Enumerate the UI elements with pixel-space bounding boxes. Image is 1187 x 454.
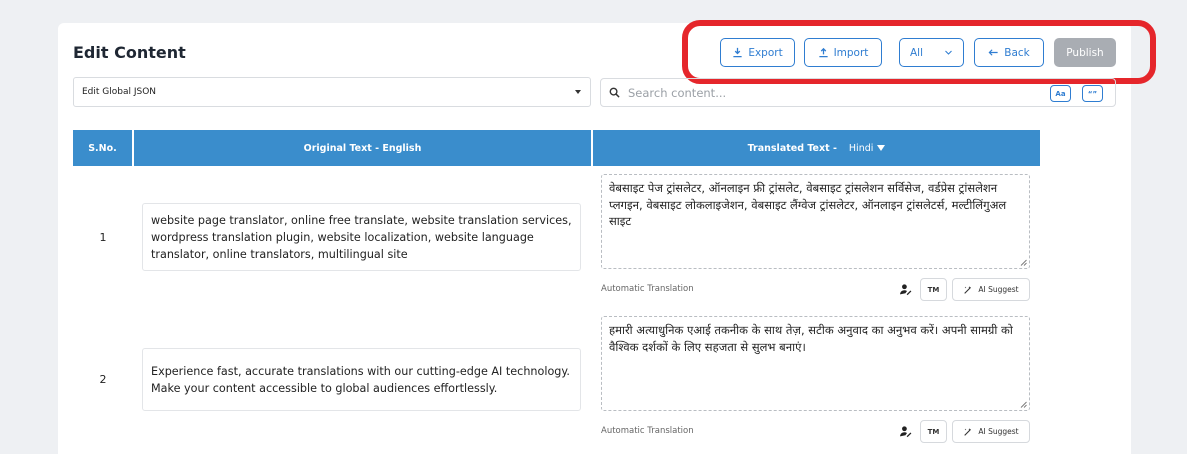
ai-suggest-label: AI Suggest <box>978 285 1019 294</box>
filter-value: All <box>910 46 924 59</box>
language-select[interactable]: Hindi <box>848 142 886 154</box>
translation-text: वेबसाइट पेज ट्रांसलेटर, ऑनलाइन फ्री ट्रा… <box>609 181 1007 228</box>
row-number: 1 <box>99 231 107 244</box>
human-review-icon[interactable] <box>899 425 912 438</box>
translation-memory-button[interactable]: TM <box>920 420 947 443</box>
original-text-cell: website page translator, online free tra… <box>142 203 581 271</box>
human-review-icon[interactable] <box>899 283 912 296</box>
import-label: Import <box>833 46 869 59</box>
ai-suggest-button[interactable]: AI Suggest <box>952 278 1030 301</box>
match-case-toggle[interactable]: Aa <box>1050 85 1071 102</box>
translation-textarea[interactable]: वेबसाइट पेज ट्रांसलेटर, ऑनलाइन फ्री ट्रा… <box>601 174 1030 269</box>
translation-memory-button[interactable]: TM <box>920 278 947 301</box>
header-translated: Translated Text - Hindi <box>593 130 1040 166</box>
json-scope-value: Edit Global JSON <box>82 87 157 97</box>
upload-icon <box>818 47 828 58</box>
back-button[interactable]: Back <box>974 38 1044 67</box>
publish-button[interactable]: Publish <box>1054 38 1116 67</box>
export-label: Export <box>748 46 783 59</box>
ai-suggest-label: AI Suggest <box>978 427 1019 436</box>
translation-method-label: Automatic Translation <box>601 426 694 436</box>
exact-match-toggle[interactable]: “” <box>1082 85 1103 102</box>
back-label: Back <box>1004 46 1030 59</box>
magic-wand-icon <box>964 285 972 294</box>
header-sno: S.No. <box>88 142 117 154</box>
import-button[interactable]: Import <box>804 38 882 67</box>
resize-grip-icon[interactable] <box>1020 401 1027 408</box>
filter-select[interactable]: All <box>899 38 964 67</box>
table-header: S.No. Original Text - English Translated… <box>73 130 1040 166</box>
translation-textarea[interactable]: हमारी अत्याधुनिक एआई तकनीक के साथ तेज़, … <box>601 316 1030 411</box>
search-icon <box>609 87 620 98</box>
header-original: Original Text - English <box>303 142 422 154</box>
search-input[interactable] <box>628 85 1038 100</box>
row-number: 2 <box>99 373 107 386</box>
translation-text: हमारी अत्याधुनिक एआई तकनीक के साथ तेज़, … <box>609 323 1013 354</box>
resize-grip-icon[interactable] <box>1020 259 1027 266</box>
caret-down-icon <box>575 90 581 94</box>
export-button[interactable]: Export <box>720 38 795 67</box>
page-title: Edit Content <box>73 43 186 62</box>
header-translated-label: Translated Text - <box>747 142 837 154</box>
ai-suggest-button[interactable]: AI Suggest <box>952 420 1030 443</box>
search-box <box>600 78 1116 107</box>
caret-down-icon <box>877 145 886 151</box>
magic-wand-icon <box>964 427 972 436</box>
json-scope-select[interactable]: Edit Global JSON <box>73 77 591 107</box>
translation-method-label: Automatic Translation <box>601 284 694 294</box>
download-icon <box>733 47 742 58</box>
original-text-cell: Experience fast, accurate translations w… <box>142 348 581 411</box>
language-value: Hindi <box>848 142 874 154</box>
arrow-left-icon <box>988 49 998 56</box>
chevron-down-icon <box>945 50 952 55</box>
